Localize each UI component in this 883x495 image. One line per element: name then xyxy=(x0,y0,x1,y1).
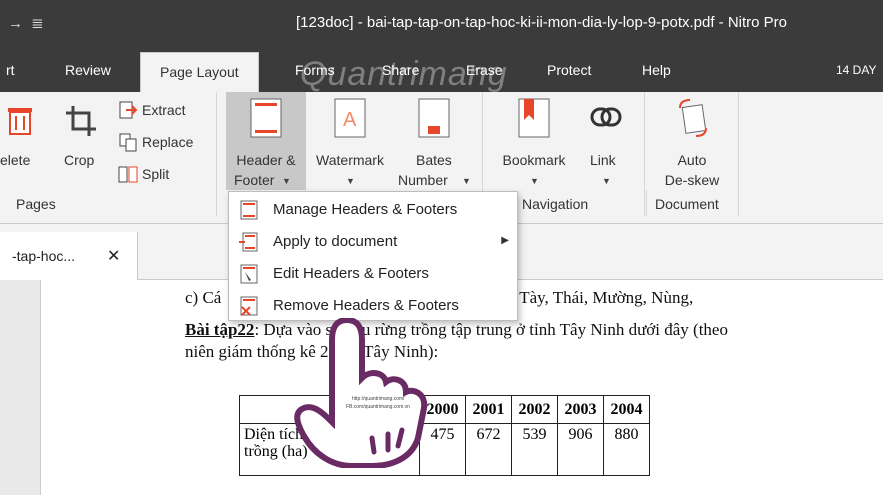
table-cell: 539 xyxy=(511,423,558,476)
window-title: [123doc] - bai-tap-tap-on-tap-hoc-ki-ii-… xyxy=(296,14,788,31)
document-tab-name: -tap-hoc... xyxy=(12,248,76,264)
edit-headers-icon xyxy=(240,264,258,284)
delete-icon xyxy=(8,108,32,135)
replace-button[interactable]: Replace xyxy=(118,132,193,152)
menu-item-label: Edit Headers & Footers xyxy=(273,265,429,282)
tab-protect[interactable]: Protect xyxy=(547,48,591,92)
table-header-cell: 2002 xyxy=(511,395,558,424)
text-line-1-end: , Tày, Thái, Mường, Nùng, xyxy=(511,288,694,307)
apply-document-icon xyxy=(239,232,258,252)
document-tab[interactable]: -tap-hoc... ✕ xyxy=(0,232,138,280)
document-group-label: Document xyxy=(655,196,719,212)
menu-item-label: Manage Headers & Footers xyxy=(273,201,458,218)
trial-days-label: 14 DAY xyxy=(836,63,877,77)
bates-label-1: Bates xyxy=(416,152,452,168)
remove-headers-icon xyxy=(240,296,258,316)
bookmark-label: Bookmark xyxy=(502,152,566,168)
crop-label: Crop xyxy=(64,152,95,168)
auto-deskew-label-2: De-skew xyxy=(664,172,720,188)
tab-help[interactable]: Help xyxy=(642,48,671,92)
table-header-cell: 2001 xyxy=(465,395,512,424)
watermark-text: Quantrimang xyxy=(300,55,508,93)
manage-headers-icon xyxy=(240,200,258,220)
bates-label-2: Number xyxy=(398,172,448,188)
link-icon xyxy=(590,107,622,127)
title-bar: → ≣ [123doc] - bai-tap-tap-on-tap-hoc-ki… xyxy=(0,0,883,48)
watermark-logo: Quantrimang xyxy=(300,55,508,94)
bookmark-icon xyxy=(518,98,550,138)
link-label: Link xyxy=(590,152,616,168)
crop-icon xyxy=(66,106,96,136)
auto-deskew-label-1: Auto xyxy=(677,152,707,168)
table-cell: 672 xyxy=(465,423,512,476)
extract-icon xyxy=(119,101,138,119)
watermark-icon: A xyxy=(334,98,366,138)
tab-start[interactable]: rt xyxy=(6,48,15,92)
menu-item-edit-headers-footers[interactable]: Edit Headers & Footers xyxy=(229,258,517,290)
split-icon xyxy=(118,166,138,183)
text-line-1-start: c) Cá xyxy=(185,288,222,307)
ribbon-separator xyxy=(646,190,647,216)
navigation-group-label: Navigation xyxy=(522,196,589,212)
ribbon-separator xyxy=(644,92,645,216)
chevron-down-icon: ▼ xyxy=(346,176,355,186)
replace-label: Replace xyxy=(142,134,194,150)
header-footer-label-1: Header & xyxy=(236,152,296,168)
table-header-cell: 2003 xyxy=(557,395,604,424)
replace-icon xyxy=(119,133,137,152)
hand-text-1: http://quantrimang.com/ xyxy=(352,396,405,402)
quick-access-toolbar[interactable]: → ≣ xyxy=(8,14,46,32)
menu-item-label: Apply to document xyxy=(273,233,398,250)
submenu-arrow-icon: ▶ xyxy=(501,235,509,246)
table-cell: 880 xyxy=(603,423,650,476)
table-header-cell: 2004 xyxy=(603,395,650,424)
close-icon[interactable]: ✕ xyxy=(107,246,120,266)
header-footer-icon xyxy=(250,98,282,138)
tab-page-layout[interactable]: Page Layout xyxy=(140,52,259,92)
exercise-title: Bài tập22 xyxy=(185,320,255,339)
split-button[interactable]: Split xyxy=(118,164,169,184)
ribbon-separator xyxy=(738,92,739,216)
chevron-down-icon: ▼ xyxy=(462,176,471,186)
extract-label: Extract xyxy=(142,102,186,118)
delete-label: elete xyxy=(0,152,31,168)
watermark-label: Watermark xyxy=(316,152,384,168)
hand-pointer-icon: http://quantrimang.com/ FB.com/quantrima… xyxy=(294,318,428,468)
chevron-down-icon: ▼ xyxy=(530,176,539,186)
menu-item-apply-to-document[interactable]: Apply to document ▶ xyxy=(229,226,517,258)
svg-text:A: A xyxy=(343,109,357,131)
header-footer-label-2: Footer xyxy=(234,172,275,188)
pages-group-label: Pages xyxy=(16,196,56,212)
deskew-icon xyxy=(679,99,707,137)
header-footer-dropdown-menu: Manage Headers & Footers Apply to docume… xyxy=(228,191,518,321)
text-line-2: Bài tập22: Dựa vào số liệu rừng trồng tậ… xyxy=(185,320,728,340)
hand-text-2: FB.com/quantrimang.com.vn xyxy=(346,404,410,410)
bates-number-icon xyxy=(418,98,450,138)
table-cell: 906 xyxy=(557,423,604,476)
split-label: Split xyxy=(142,166,170,182)
ribbon-separator xyxy=(216,92,217,216)
tab-review[interactable]: Review xyxy=(65,48,111,92)
extract-button[interactable]: Extract xyxy=(118,100,186,120)
chevron-down-icon: ▼ xyxy=(282,176,291,186)
chevron-down-icon: ▼ xyxy=(602,176,611,186)
menu-item-label: Remove Headers & Footers xyxy=(273,297,459,314)
menu-item-manage-headers-footers[interactable]: Manage Headers & Footers xyxy=(229,194,517,226)
